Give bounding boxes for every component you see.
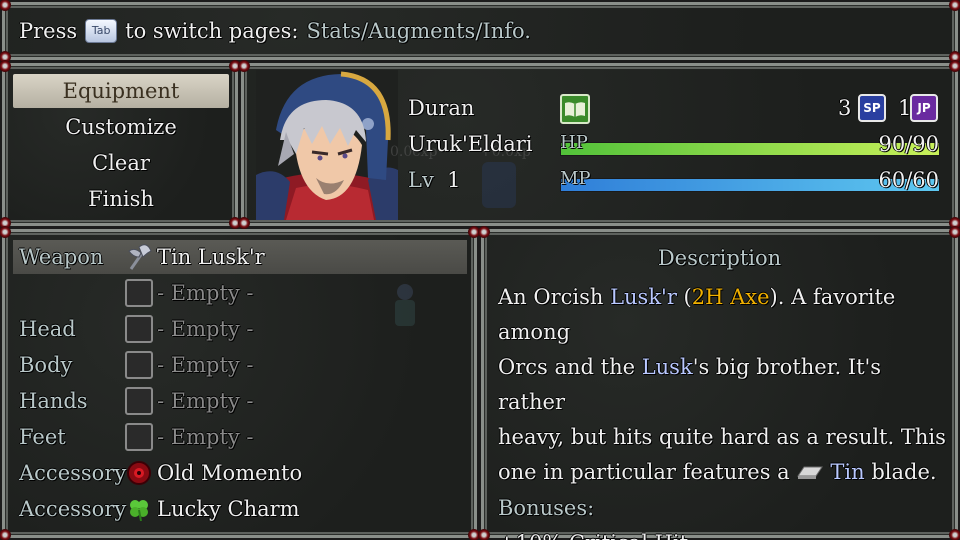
help-prefix: Press bbox=[19, 19, 78, 43]
equip-row-hands[interactable]: Hands - Empty - bbox=[13, 384, 467, 418]
slot-name: Feet bbox=[19, 425, 66, 449]
equip-row-weapon[interactable]: Weapon Tin Lusk'r bbox=[13, 240, 467, 274]
help-pages: Stats/Augments/Info. bbox=[306, 19, 531, 43]
bonuses-label: Bonuses: bbox=[498, 496, 595, 520]
item-name: Tin Lusk'r bbox=[157, 245, 265, 269]
points-a-value: 3 bbox=[838, 96, 852, 120]
help-window: Press Tab to switch pages: Stats/Augment… bbox=[0, 0, 960, 63]
red-amulet-icon bbox=[125, 459, 153, 487]
empty-slot-icon bbox=[125, 387, 153, 415]
description-line-2: Orcs and the Lusk's big brother. It's ra… bbox=[498, 355, 882, 414]
empty-slot-icon bbox=[125, 351, 153, 379]
item-name: Lucky Charm bbox=[157, 497, 300, 521]
actor-level: Lv 1 bbox=[408, 168, 461, 192]
sp-diamond-icon: SP bbox=[858, 94, 886, 122]
description-window: Description An Orcish Lusk'r (2H Axe). A… bbox=[478, 226, 960, 540]
equip-row-head[interactable]: Head - Empty - bbox=[13, 312, 467, 346]
axe-icon bbox=[125, 243, 153, 271]
bonus-critical-hit: +10% Critical Hit bbox=[498, 526, 946, 540]
empty-slot-icon bbox=[125, 423, 153, 451]
equip-row-feet[interactable]: Feet - Empty - bbox=[13, 420, 467, 454]
description-line-3: heavy, but hits quite hard as a result. … bbox=[498, 425, 946, 449]
description-line-4: one in particular features a Tin blade. bbox=[498, 455, 946, 491]
item-name: - Empty - bbox=[157, 281, 254, 305]
help-text: Press Tab to switch pages: Stats/Augment… bbox=[19, 19, 531, 43]
command-customize[interactable]: Customize bbox=[13, 110, 229, 144]
command-clear[interactable]: Clear bbox=[13, 146, 229, 180]
empty-slot-icon bbox=[125, 279, 153, 307]
actor-race: Uruk'Eldari bbox=[408, 132, 533, 156]
description-body: An Orcish Lusk'r (2H Axe). A favorite am… bbox=[498, 280, 946, 540]
command-finish[interactable]: Finish bbox=[13, 182, 229, 216]
command-equipment[interactable]: Equipment bbox=[13, 74, 229, 108]
item-name: - Empty - bbox=[157, 389, 254, 413]
equip-row-accessory-2[interactable]: Accessory Lucky Charm bbox=[13, 492, 467, 526]
slot-name: Weapon bbox=[19, 245, 104, 269]
actor-portrait bbox=[256, 70, 398, 220]
tin-ingot-icon bbox=[796, 456, 824, 491]
description-title: Description bbox=[657, 246, 782, 270]
equip-row-accessory-1[interactable]: Accessory Old Momento bbox=[13, 456, 467, 490]
hp-value: 90/90 bbox=[878, 132, 939, 156]
jp-diamond-icon: JP bbox=[910, 94, 938, 122]
equip-row-body[interactable]: Body - Empty - bbox=[13, 348, 467, 382]
slot-name: Hands bbox=[19, 389, 88, 413]
faded-crystal-icon bbox=[482, 162, 516, 208]
equip-row-offhand[interactable]: - Empty - bbox=[13, 276, 467, 310]
item-name: Old Momento bbox=[157, 461, 303, 485]
item-name: - Empty - bbox=[157, 353, 254, 377]
slot-name: Body bbox=[19, 353, 73, 377]
actor-status-window: 0.0exp +0.0xp Duran Uruk'Eldari Lv 1 3 S… bbox=[238, 60, 960, 229]
actor-name: Duran bbox=[408, 96, 475, 120]
slot-name: Head bbox=[19, 317, 76, 341]
mp-value: 60/60 bbox=[878, 168, 939, 192]
equipment-window: Weapon Tin Lusk'r - Empty - Head - Empty… bbox=[0, 226, 480, 540]
mp-label: MP bbox=[560, 168, 591, 189]
tab-key-icon: Tab bbox=[85, 19, 118, 43]
item-name: - Empty - bbox=[157, 425, 254, 449]
slot-name: Accessory bbox=[19, 461, 127, 485]
hp-label: HP bbox=[560, 132, 588, 153]
item-name: - Empty - bbox=[157, 317, 254, 341]
level-label: Lv bbox=[408, 168, 434, 192]
help-middle: to switch pages: bbox=[125, 19, 299, 43]
slot-name: Accessory bbox=[19, 497, 127, 521]
clover-icon bbox=[125, 495, 153, 523]
description-line-1: An Orcish Lusk'r (2H Axe). A favorite am… bbox=[498, 285, 896, 344]
command-window: Equipment Customize Clear Finish bbox=[0, 60, 241, 229]
skillbook-icon[interactable] bbox=[560, 94, 590, 124]
level-value: 1 bbox=[447, 168, 461, 192]
empty-slot-icon bbox=[125, 315, 153, 343]
